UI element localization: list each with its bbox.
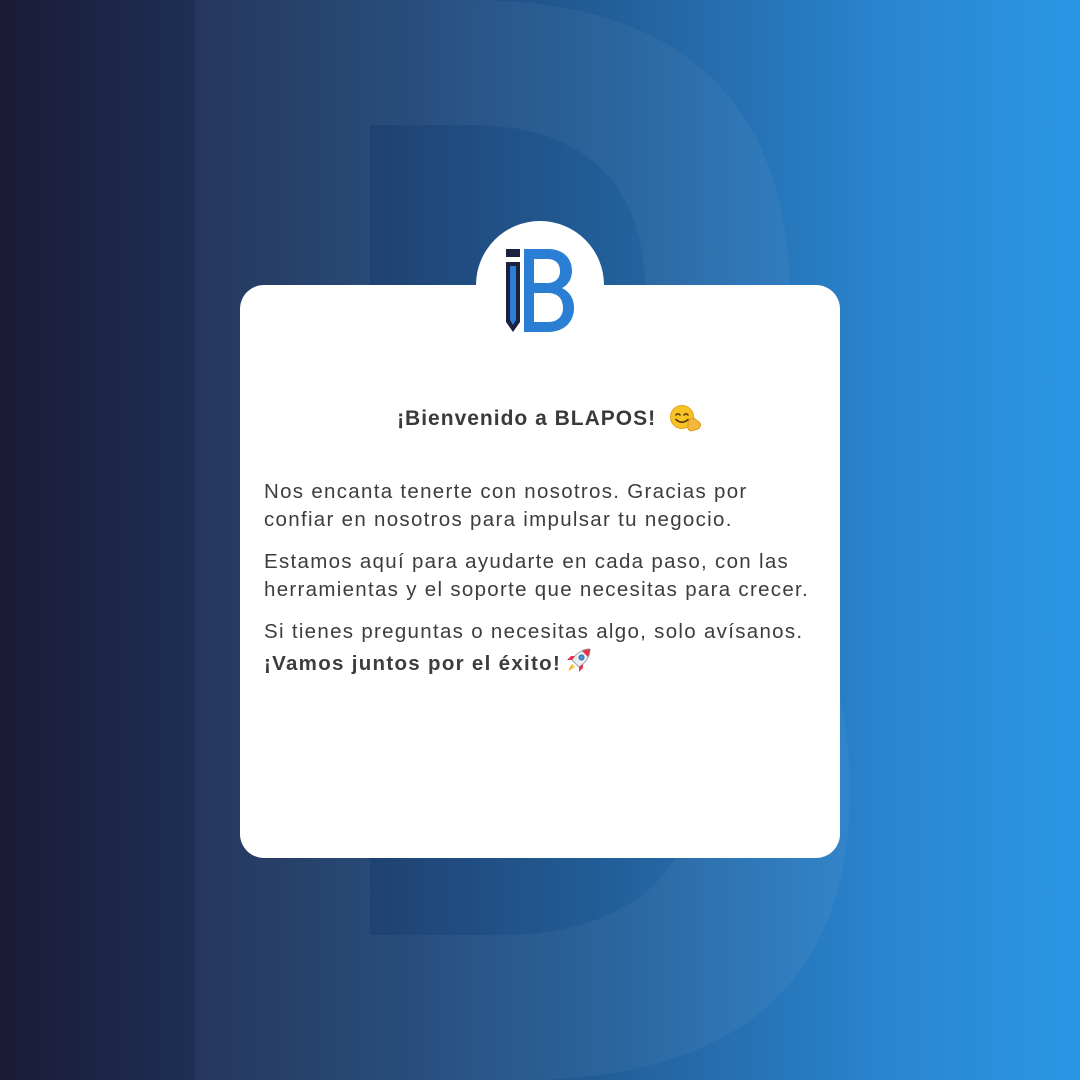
blapos-logo-icon — [506, 249, 574, 332]
rocket-emoji-icon — [567, 648, 591, 672]
paragraph-thanks: Nos encanta tenerte con nosotros. Gracia… — [264, 480, 748, 531]
welcome-post: ¡Bienvenido a BLAPOS! Nos encanta tenert… — [0, 0, 1080, 1080]
paragraph-support: Estamos aquí para ayudarte en cada paso,… — [264, 550, 810, 601]
closing-motto: ¡Vamos juntos por el éxito! — [264, 652, 562, 675]
smiling-face-emoji-icon — [669, 405, 702, 432]
welcome-title-text: ¡Bienvenido a BLAPOS! — [397, 407, 657, 430]
welcome-title: ¡Bienvenido a BLAPOS! — [240, 404, 840, 432]
paragraph-closing: Si tienes preguntas o necesitas algo, so… — [264, 618, 824, 678]
message-body: Nos encanta tenerte con nosotros. Gracia… — [264, 478, 824, 692]
closing-text: Si tienes preguntas o necesitas algo, so… — [264, 620, 804, 643]
